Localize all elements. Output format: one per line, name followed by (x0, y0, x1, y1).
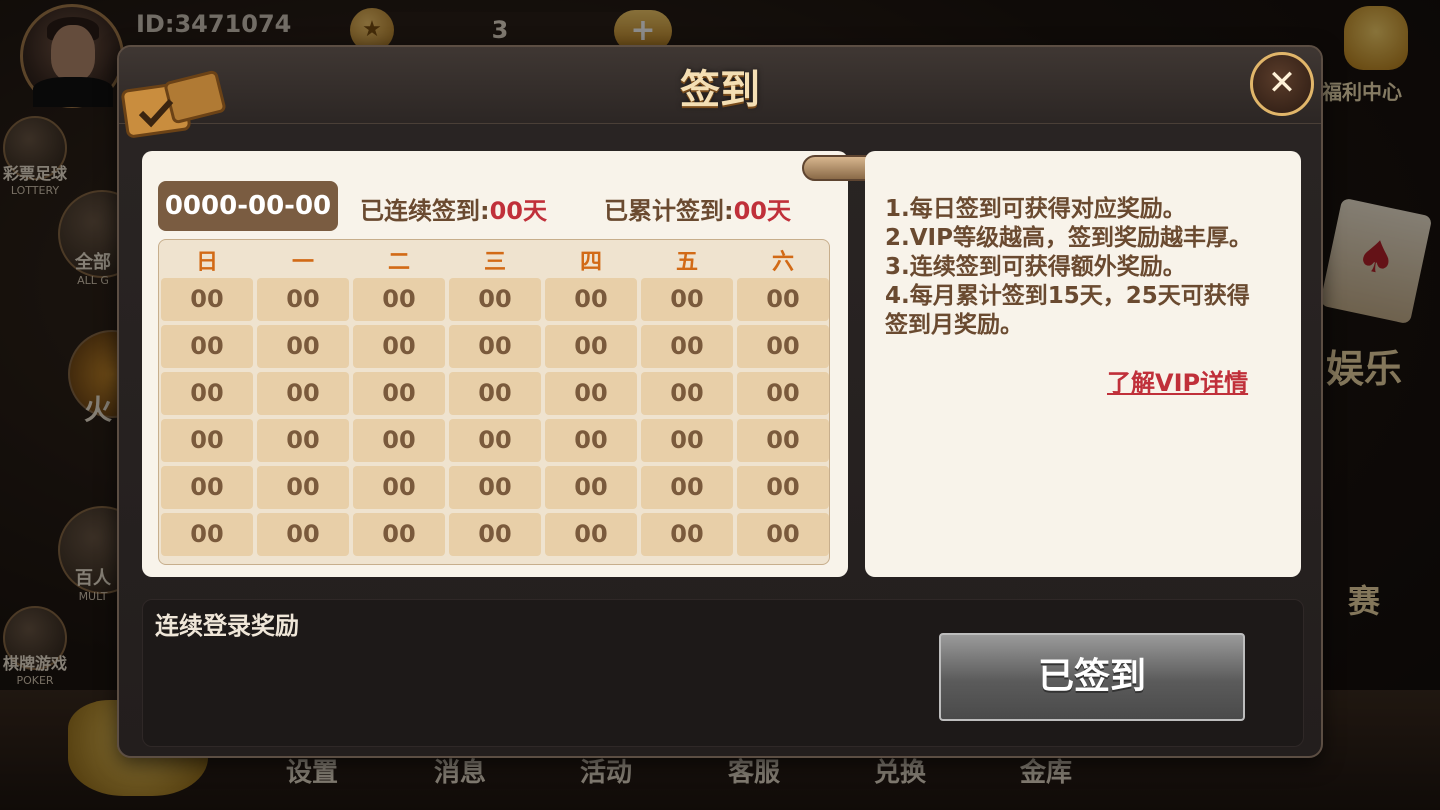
day-cell[interactable]: 00 (353, 372, 445, 415)
total-value: 00天 (733, 197, 792, 225)
day-cell[interactable]: 00 (737, 513, 829, 556)
weekday-label: 一 (291, 250, 314, 275)
day-cell[interactable]: 00 (641, 372, 733, 415)
consecutive-label: 已连续签到: (360, 197, 490, 225)
day-cell[interactable]: 00 (161, 466, 253, 509)
day-cell[interactable]: 00 (545, 372, 637, 415)
day-cell[interactable]: 00 (257, 466, 349, 509)
weekday-label: 三 (483, 250, 506, 275)
calendar-grid: 日 一 二 三 四 五 六 00 00 00 00 00 00 00 00 00… (158, 239, 830, 565)
weekday-header: 日 一 二 三 四 五 六 (159, 240, 829, 278)
day-cell[interactable]: 00 (449, 466, 541, 509)
signin-modal: 签到 ✕ 0000-00-00 已连续签到:00天 已累计签到:00天 日 一 … (117, 45, 1323, 758)
day-cell[interactable]: 00 (737, 372, 829, 415)
consecutive-value: 00天 (489, 197, 548, 225)
current-date: 0000-00-00 (158, 181, 338, 231)
day-cell[interactable]: 00 (449, 513, 541, 556)
rules-panel: 1.每日签到可获得对应奖励。 2.VIP等级越高，签到奖励越丰厚。 3.连续签到… (865, 151, 1301, 577)
weekday-label: 二 (387, 250, 410, 275)
total-label: 已累计签到: (604, 197, 734, 225)
rule-text: 3.连续签到可获得额外奖励。 (885, 254, 1186, 280)
day-cell[interactable]: 00 (641, 466, 733, 509)
day-cell[interactable]: 00 (737, 419, 829, 462)
total-stat: 已累计签到:00天 (604, 191, 791, 226)
rule-text: 1.每日签到可获得对应奖励。 (885, 196, 1186, 222)
day-cell[interactable]: 00 (737, 466, 829, 509)
vip-details-link[interactable]: 了解VIP详情 (1107, 363, 1248, 398)
weekday-label: 六 (771, 250, 794, 275)
day-cell[interactable]: 00 (353, 325, 445, 368)
day-cell[interactable]: 00 (161, 419, 253, 462)
day-cell[interactable]: 00 (257, 419, 349, 462)
day-cell[interactable]: 00 (353, 278, 445, 321)
day-cell[interactable]: 00 (545, 513, 637, 556)
weekday-label: 日 (195, 250, 218, 275)
day-cell[interactable]: 00 (737, 325, 829, 368)
calendar-panel: 0000-00-00 已连续签到:00天 已累计签到:00天 日 一 二 三 四… (142, 151, 848, 577)
rule-text: 签到月奖励。 (885, 312, 1023, 338)
day-cell[interactable]: 00 (257, 372, 349, 415)
day-cell[interactable]: 00 (161, 278, 253, 321)
rule-text: 2.VIP等级越高，签到奖励越丰厚。 (885, 225, 1252, 251)
rule-text: 4.每月累计签到15天，25天可获得 (885, 283, 1250, 309)
weekday-label: 五 (675, 250, 698, 275)
day-cell[interactable]: 00 (641, 278, 733, 321)
day-cell[interactable]: 00 (449, 372, 541, 415)
day-cell[interactable]: 00 (641, 513, 733, 556)
day-cell[interactable]: 00 (257, 325, 349, 368)
modal-title: 签到 (680, 67, 760, 113)
day-cell[interactable]: 00 (353, 513, 445, 556)
close-button[interactable]: ✕ (1250, 52, 1314, 116)
day-cell[interactable]: 00 (545, 278, 637, 321)
day-cell[interactable]: 00 (641, 325, 733, 368)
day-cell[interactable]: 00 (641, 419, 733, 462)
reward-title: 连续登录奖励 (155, 612, 299, 640)
day-cell[interactable]: 00 (737, 278, 829, 321)
day-cell[interactable]: 00 (353, 466, 445, 509)
day-cell[interactable]: 00 (161, 513, 253, 556)
day-cell[interactable]: 00 (449, 419, 541, 462)
weekday-label: 四 (579, 250, 602, 275)
signed-in-button[interactable]: 已签到 (939, 633, 1245, 721)
day-cell[interactable]: 00 (449, 325, 541, 368)
day-cell[interactable]: 00 (257, 278, 349, 321)
consecutive-stat: 已连续签到:00天 (360, 191, 547, 226)
day-cell[interactable]: 00 (161, 372, 253, 415)
day-cell[interactable]: 00 (545, 419, 637, 462)
day-cell[interactable]: 00 (161, 325, 253, 368)
day-cell[interactable]: 00 (545, 466, 637, 509)
day-cell[interactable]: 00 (353, 419, 445, 462)
day-cell[interactable]: 00 (545, 325, 637, 368)
day-cell[interactable]: 00 (257, 513, 349, 556)
day-cell[interactable]: 00 (449, 278, 541, 321)
